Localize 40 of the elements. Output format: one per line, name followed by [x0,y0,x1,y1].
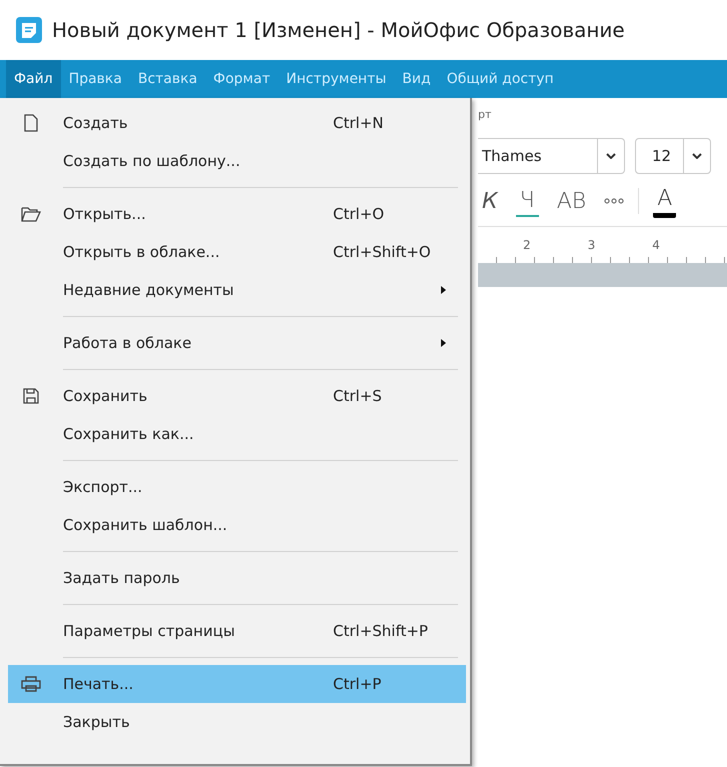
menu-item[interactable]: Открыть... Ctrl+O [8,195,466,233]
menu-item[interactable]: Параметры страницы Ctrl+Shift+P [8,612,466,650]
ruler-number: 3 [588,238,596,252]
save-icon [22,388,38,404]
shortcut-text: Ctrl+S [333,387,382,405]
more-icon[interactable] [604,198,624,204]
window-title: Новый документ 1 [Изменен] - МойОфис Образование [52,18,625,42]
shortcut-text: Ctrl+Shift+O [333,243,431,261]
font-size-dropdown[interactable]: 12 [635,138,711,174]
toolbar-group-label: рт [478,107,492,123]
printer-icon [20,676,40,692]
ruler-number: 2 [523,238,531,252]
caps-button[interactable]: АВ [552,186,590,216]
menu-item[interactable]: Работа в облаке [8,324,466,362]
menu-item[interactable]: Экспорт... [8,468,466,506]
underline-button[interactable]: Ч [516,186,539,216]
chevron-down-icon [692,153,702,159]
folder-icon [20,206,40,222]
shortcut-text: Ctrl+Shift+P [333,622,428,640]
app-logo-icon [16,17,42,43]
menu-item[interactable]: Недавние документы [8,271,466,309]
menu-item[interactable]: Печать... Ctrl+P [8,665,466,703]
shortcut-text: Ctrl+N [333,114,384,132]
menu-item[interactable]: Создать Ctrl+N [8,104,466,142]
menu-bar-item[interactable]: Файл [6,60,61,98]
menu-item[interactable]: Открыть в облаке... Ctrl+Shift+O [8,233,466,271]
chevron-down-icon [606,153,616,159]
document-icon [24,114,38,132]
menu-item[interactable]: Сохранить шаблон... [8,506,466,544]
shortcut-text: Ctrl+O [333,205,384,223]
menu-item[interactable]: Сохранить Ctrl+S [8,377,466,415]
ruler-number: 4 [652,238,660,252]
shortcut-text: Ctrl+P [333,675,382,693]
menu-item[interactable]: Закрыть [8,703,466,741]
font-name-dropdown[interactable]: Thames [478,138,625,174]
menu-item[interactable]: Задать пароль [8,559,466,597]
font-color-button[interactable]: A [653,184,676,218]
italic-button[interactable]: К [478,186,502,216]
menu-item[interactable]: Создать по шаблону... [8,142,466,180]
menu-item[interactable]: Сохранить как... [8,415,466,453]
